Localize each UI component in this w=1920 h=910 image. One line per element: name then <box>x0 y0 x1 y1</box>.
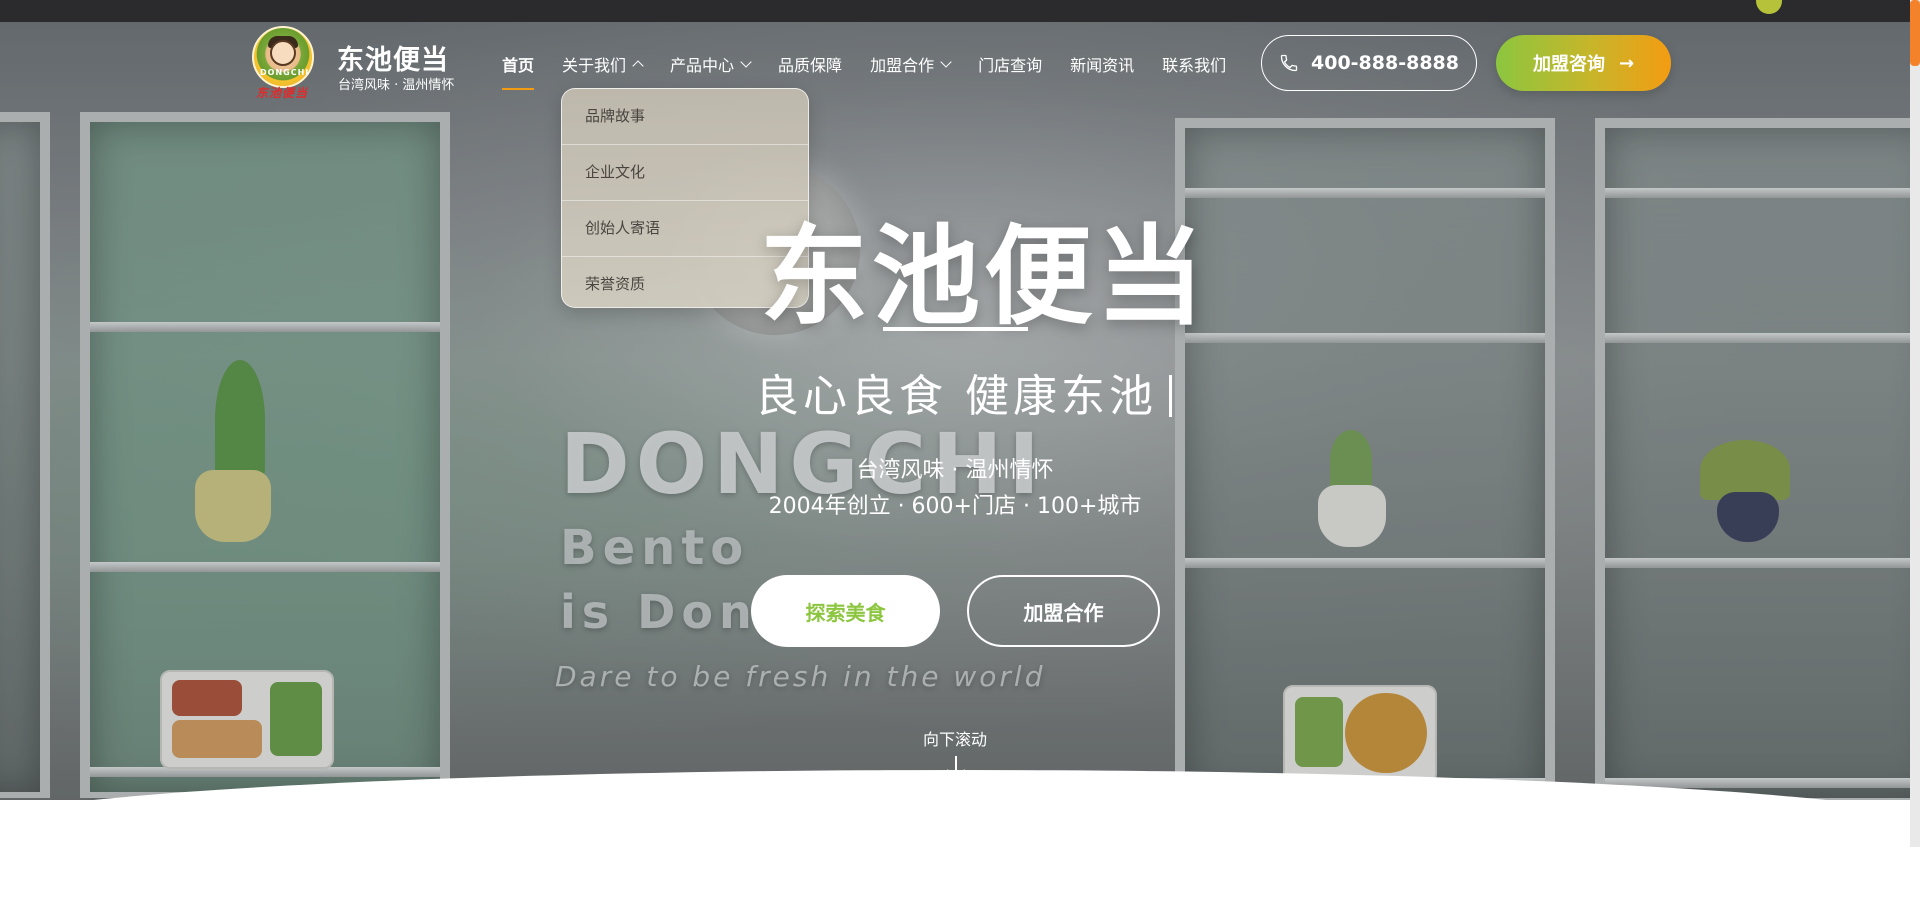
top-strip <box>0 0 1910 22</box>
logo-text: DONGCHI <box>260 68 310 77</box>
nav-item-label: 首页 <box>502 56 535 75</box>
brand-logo[interactable]: DONGCHI <box>252 26 314 88</box>
nav-item-stores[interactable]: 门店查询 <box>978 52 1042 76</box>
typing-cursor <box>1169 375 1172 417</box>
hero-title: 东池便当 <box>760 215 1209 340</box>
hero-slogan: 良心良食 健康东池 <box>755 360 1172 424</box>
hero-subtitle: 台湾风味 · 温州情怀 <box>856 458 1054 483</box>
nav-item-news[interactable]: 新闻资讯 <box>1070 52 1134 76</box>
nav-item-label: 关于我们 <box>562 56 627 75</box>
nav-item-label: 品质保障 <box>778 56 843 75</box>
nav-item-label: 门店查询 <box>978 56 1043 75</box>
hero-title-underline <box>883 327 1028 331</box>
explore-food-button[interactable]: 探索美食 <box>751 575 940 647</box>
join-consult-button[interactable]: 加盟咨询 → <box>1496 35 1671 91</box>
brand-tagline: 台湾风味 · 温州情怀 <box>338 78 455 93</box>
nav-item-franchise[interactable]: 加盟合作 <box>870 52 952 76</box>
chevron-up-icon <box>632 60 644 72</box>
main-nav: 首页 关于我们 产品中心 品质保障 加盟合作 门店查询 新闻资讯 联系我们 <box>502 52 1254 90</box>
join-consult-label: 加盟咨询 <box>1532 54 1605 75</box>
nav-item-label: 产品中心 <box>670 56 735 75</box>
nav-item-quality[interactable]: 品质保障 <box>778 52 842 76</box>
scrollbar-track[interactable] <box>1910 0 1920 847</box>
arrow-right-icon: → <box>1618 52 1635 74</box>
hero-slogan-text: 良心良食 健康东池 <box>755 371 1157 422</box>
hero-bottom-wave <box>0 770 1920 910</box>
scroll-hint: 向下滚动 <box>922 730 987 749</box>
join-cooperation-button[interactable]: 加盟合作 <box>967 575 1160 647</box>
chevron-down-icon <box>940 55 952 68</box>
nav-item-home[interactable]: 首页 <box>502 52 535 90</box>
logo-script: 东池便当 <box>256 86 309 100</box>
brand-name[interactable]: 东池便当 <box>337 38 449 77</box>
phone-icon <box>1280 54 1298 72</box>
hero-stats: 2004年创立 · 600+门店 · 100+城市 <box>768 494 1142 519</box>
site-header: DONGCHI 东池便当 东池便当 台湾风味 · 温州情怀 首页 关于我们 产品… <box>0 22 1910 104</box>
nav-item-label: 新闻资讯 <box>1070 56 1135 75</box>
phone-number: 400-888-8888 <box>1311 52 1459 74</box>
nav-item-label: 联系我们 <box>1162 56 1227 75</box>
nav-item-products[interactable]: 产品中心 <box>670 52 752 76</box>
scrollbar-thumb[interactable] <box>1910 0 1920 66</box>
dropdown-item-brand-story[interactable]: 品牌故事 <box>562 89 808 145</box>
phone-button[interactable]: 400-888-8888 <box>1261 35 1477 91</box>
chevron-down-icon <box>740 55 752 68</box>
nav-item-contact[interactable]: 联系我们 <box>1162 52 1226 76</box>
nav-item-label: 加盟合作 <box>870 56 935 75</box>
nav-item-about[interactable]: 关于我们 <box>562 52 644 76</box>
logo-mascot-face <box>270 40 296 66</box>
